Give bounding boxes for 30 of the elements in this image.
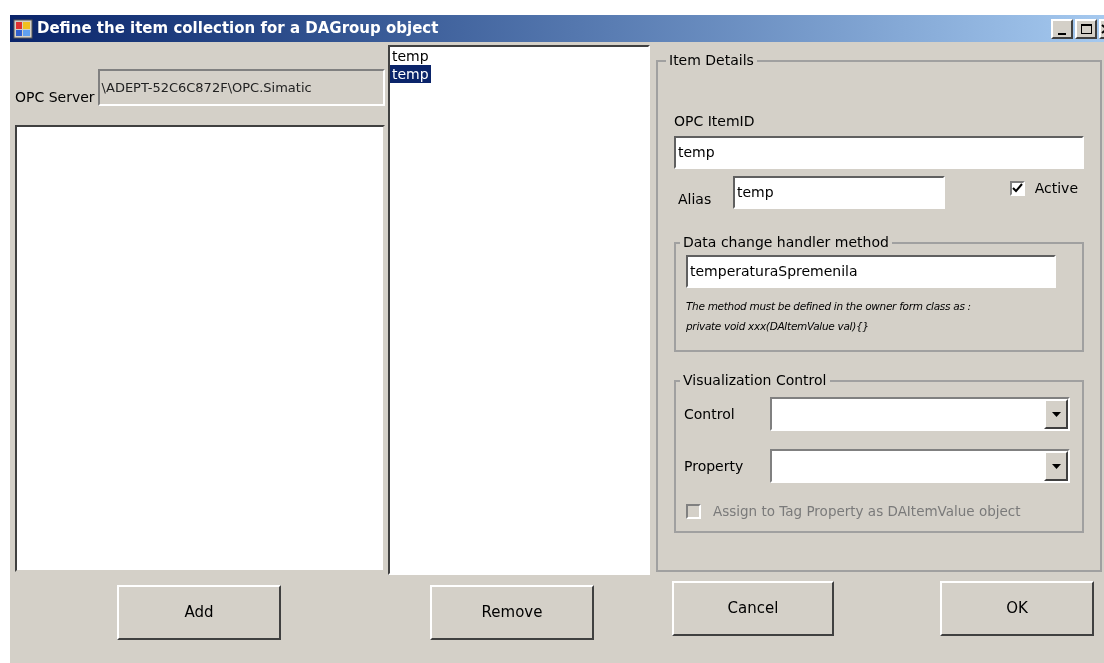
dialog-button[interactable]: Cancel xyxy=(672,581,834,636)
checkbox-label: Assign to Tag Property as DAItemValue object xyxy=(713,502,1021,521)
field-label: OPC ItemID xyxy=(674,112,756,131)
dropdown[interactable] xyxy=(770,449,1070,483)
list-item[interactable]: temp xyxy=(390,65,431,83)
window-title: Define the item collection for a DAGroup object xyxy=(37,18,440,40)
field-label: Control xyxy=(684,404,736,424)
field-label: OPC Server xyxy=(15,87,95,107)
group-title: Item Details xyxy=(668,51,755,70)
item-id-field[interactable]: temp xyxy=(674,136,1084,169)
hint-text: The method must be defined in the owner form class as : private void xxx(DAItemValue val){} xyxy=(686,299,972,334)
maximize-button[interactable] xyxy=(1075,18,1097,39)
caret-icon xyxy=(1051,411,1061,417)
field-label: Alias xyxy=(678,190,713,209)
field-label: Property xyxy=(684,456,745,476)
checkbox[interactable] xyxy=(1009,181,1025,196)
dialog-button[interactable]: OK xyxy=(940,581,1094,636)
alias-field[interactable]: temp xyxy=(733,176,945,209)
minimize-button[interactable] xyxy=(1051,18,1073,39)
list-item[interactable]: temp xyxy=(390,47,431,65)
caret-icon xyxy=(1051,463,1061,469)
dropdown[interactable] xyxy=(770,397,1070,431)
app-icon xyxy=(13,18,33,39)
checkbox-label: Active xyxy=(1034,179,1078,198)
group-title: Data change handler method xyxy=(682,233,890,252)
dialog-button[interactable]: Add xyxy=(117,585,281,640)
dialog-button[interactable]: Remove xyxy=(430,585,594,640)
group-title: Visualization Control xyxy=(682,371,828,390)
server-field: \ADEPT-52C6C872F\OPC.Simatic xyxy=(97,68,385,106)
handler-field[interactable]: temperaturaSpremenila xyxy=(686,255,1056,288)
